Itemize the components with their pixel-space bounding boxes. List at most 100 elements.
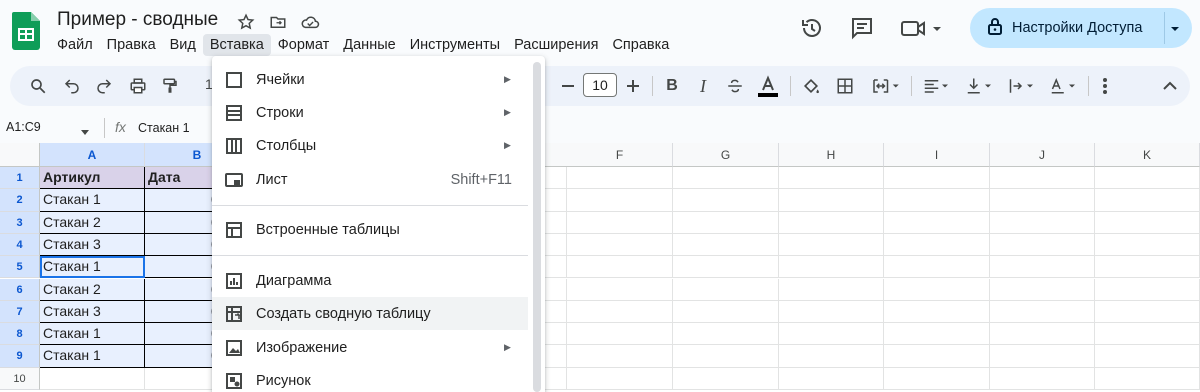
select-all-corner[interactable] [0, 143, 40, 167]
article-cell[interactable]: Стакан 3 [40, 300, 145, 324]
decrease-font-size-icon[interactable] [556, 74, 580, 98]
cell[interactable] [990, 300, 1095, 324]
menu-file[interactable]: Файл [50, 34, 100, 56]
cell[interactable] [673, 256, 779, 279]
cell[interactable] [567, 211, 673, 234]
menu-view[interactable]: Вид [163, 34, 203, 56]
menu-item-sheet[interactable]: Лист Shift+F11 [212, 163, 528, 196]
menu-item-drawing[interactable]: Рисунок [212, 364, 528, 392]
cell[interactable] [990, 233, 1095, 257]
formula-input[interactable]: Стакан 1 [138, 121, 190, 135]
column-header-i[interactable]: I [884, 143, 990, 167]
menu-tools[interactable]: Инструменты [403, 34, 507, 56]
meet-video-icon[interactable] [898, 14, 946, 42]
row-header-10[interactable]: 10 [0, 367, 40, 390]
cell[interactable] [779, 367, 884, 390]
cell[interactable] [884, 233, 990, 257]
row-header-8[interactable]: 8 [0, 323, 40, 346]
strikethrough-icon[interactable] [723, 74, 747, 98]
cell[interactable] [779, 233, 884, 257]
cell[interactable] [567, 367, 673, 390]
article-cell[interactable]: Стакан 2 [40, 278, 145, 301]
row-header-3[interactable]: 3 [0, 211, 40, 234]
row-header-9[interactable]: 9 [0, 345, 40, 368]
history-icon[interactable] [798, 14, 826, 42]
row-header-6[interactable]: 6 [0, 278, 40, 301]
cell[interactable] [1095, 167, 1200, 190]
cell[interactable] [1095, 256, 1200, 279]
cell[interactable] [1095, 211, 1200, 234]
cell[interactable] [990, 323, 1095, 346]
row-header-2[interactable]: 2 [0, 189, 40, 212]
document-title[interactable]: Пример - сводные [57, 9, 218, 31]
menu-insert[interactable]: Вставка [202, 34, 271, 56]
cell[interactable] [884, 345, 990, 368]
menu-item-columns[interactable]: Столбцы ▶ [212, 129, 528, 162]
more-options-icon[interactable] [1093, 74, 1117, 98]
cell[interactable] [884, 367, 990, 390]
cell[interactable] [884, 323, 990, 346]
column-header-a[interactable]: A [40, 143, 145, 167]
cell[interactable] [779, 323, 884, 346]
paint-format-icon[interactable] [158, 74, 182, 98]
cell[interactable] [990, 167, 1095, 190]
menu-extensions[interactable]: Расширения [507, 34, 605, 56]
horizontal-align-icon[interactable] [918, 74, 954, 98]
menu-format[interactable]: Формат [271, 34, 337, 56]
cell[interactable] [779, 167, 884, 190]
text-color-icon[interactable] [756, 74, 780, 98]
increase-font-size-icon[interactable] [621, 74, 645, 98]
cell[interactable] [1095, 345, 1200, 368]
menu-item-table[interactable]: Встроенные таблицы [212, 213, 528, 246]
undo-icon[interactable] [60, 74, 84, 98]
star-icon[interactable] [236, 12, 256, 32]
text-wrapping-icon[interactable] [1003, 74, 1039, 98]
vertical-align-icon[interactable] [961, 74, 997, 98]
name-box[interactable]: A1:C9 [6, 120, 41, 134]
cell[interactable] [673, 189, 779, 212]
cell[interactable] [567, 300, 673, 324]
menu-item-pivot-table[interactable]: Создать сводную таблицу [212, 297, 528, 330]
cell[interactable] [673, 300, 779, 324]
redo-icon[interactable] [92, 74, 116, 98]
bold-icon[interactable]: B [660, 74, 684, 98]
row-header-7[interactable]: 7 [0, 300, 40, 324]
cell[interactable] [673, 278, 779, 301]
row-header-5[interactable]: 5 [0, 256, 40, 279]
cloud-status-icon[interactable] [300, 12, 320, 32]
row-header-4[interactable]: 4 [0, 233, 40, 257]
column-header-j[interactable]: J [990, 143, 1095, 167]
cell[interactable] [1095, 278, 1200, 301]
cell[interactable] [567, 256, 673, 279]
cell[interactable] [1095, 323, 1200, 346]
cell[interactable] [40, 367, 145, 390]
menu-help[interactable]: Справка [605, 34, 676, 56]
column-header-g[interactable]: G [673, 143, 779, 167]
cell[interactable] [673, 367, 779, 390]
cell[interactable] [567, 167, 673, 190]
cell[interactable] [884, 256, 990, 279]
cell[interactable] [990, 278, 1095, 301]
fill-color-icon[interactable] [799, 74, 823, 98]
menu-item-chart[interactable]: Диаграмма [212, 264, 528, 297]
move-folder-icon[interactable] [268, 12, 288, 32]
share-dropdown-icon[interactable] [1170, 22, 1180, 38]
menu-data[interactable]: Данные [336, 34, 402, 56]
menu-item-image[interactable]: Изображение ▶ [212, 331, 528, 364]
borders-icon[interactable] [833, 74, 857, 98]
cell[interactable] [1095, 189, 1200, 212]
cell[interactable] [1095, 367, 1200, 390]
text-rotation-icon[interactable] [1045, 74, 1081, 98]
cell[interactable] [673, 323, 779, 346]
table-header-cell[interactable]: Артикул [40, 167, 145, 190]
column-header-k[interactable]: K [1095, 143, 1200, 167]
cell[interactable] [673, 167, 779, 190]
cell[interactable] [1095, 233, 1200, 257]
article-cell[interactable]: Стакан 1 [40, 256, 145, 279]
cell[interactable] [990, 189, 1095, 212]
cell[interactable] [990, 345, 1095, 368]
italic-icon[interactable]: I [691, 74, 715, 98]
cell[interactable] [1095, 300, 1200, 324]
column-header-f[interactable]: F [567, 143, 673, 167]
row-header-1[interactable]: 1 [0, 167, 40, 190]
